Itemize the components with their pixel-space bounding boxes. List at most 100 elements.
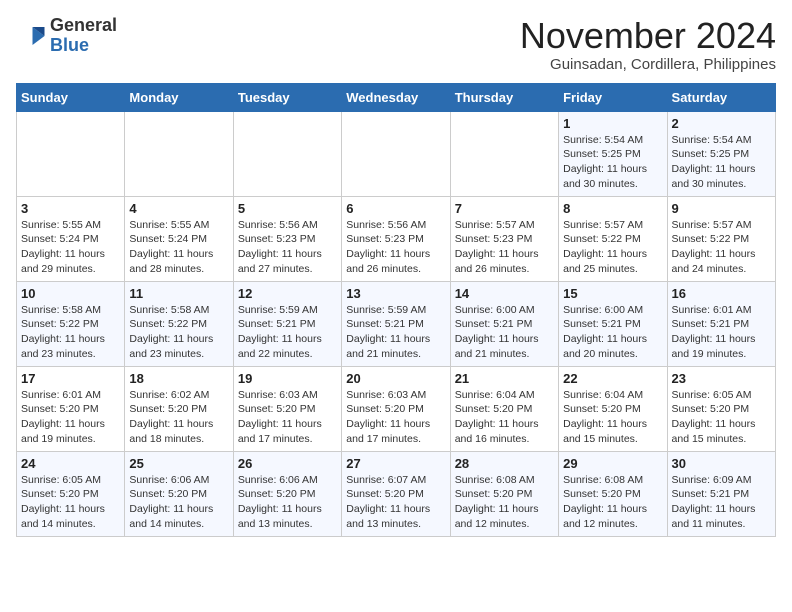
day-number: 23 xyxy=(672,371,771,386)
calendar-cell: 26Sunrise: 6:06 AM Sunset: 5:20 PM Dayli… xyxy=(233,451,341,536)
day-info: Sunrise: 6:06 AM Sunset: 5:20 PM Dayligh… xyxy=(129,473,228,532)
day-info: Sunrise: 6:09 AM Sunset: 5:21 PM Dayligh… xyxy=(672,473,771,532)
calendar-cell: 14 Sunrise: 6:00 AM Sunset: 5:21 PM Dayli… xyxy=(450,281,558,366)
day-number: 8 xyxy=(563,201,662,216)
day-number: 6 xyxy=(346,201,445,216)
day-number: 14 xyxy=(455,286,554,301)
calendar-week-row: 24 Sunrise: 6:05 AM Sunset: 5:20 PM Dayli… xyxy=(17,451,776,536)
calendar-cell: 6 Sunrise: 5:56 AM Sunset: 5:23 PM Daylig… xyxy=(342,196,450,281)
day-number: 24 xyxy=(21,456,120,471)
day-number: 3 xyxy=(21,201,120,216)
calendar-cell: 16Sunrise: 6:01 AM Sunset: 5:21 PM Dayli… xyxy=(667,281,775,366)
logo-general: General xyxy=(50,16,117,36)
page-header: General Blue November 2024 Guinsadan, Co… xyxy=(16,16,776,73)
day-info: Sunrise: 6:00 AM Sunset: 5:21 PM Dayligh… xyxy=(455,303,554,362)
calendar-cell: 11 Sunrise: 5:58 AM Sunset: 5:22 PM Dayli… xyxy=(125,281,233,366)
calendar-cell xyxy=(450,111,558,196)
day-info: Sunrise: 6:08 AM Sunset: 5:20 PM Dayligh… xyxy=(455,473,554,532)
day-info: Sunrise: 6:05 AM Sunset: 5:20 PM Dayligh… xyxy=(21,473,120,532)
day-info: Sunrise: 5:57 AM Sunset: 5:22 PM Dayligh… xyxy=(672,218,771,277)
calendar-cell: 12 Sunrise: 5:59 AM Sunset: 5:21 PM Dayli… xyxy=(233,281,341,366)
weekday-header-row: SundayMondayTuesdayWednesdayThursdayFrid… xyxy=(17,83,776,111)
day-info: Sunrise: 6:01 AM Sunset: 5:20 PM Dayligh… xyxy=(21,388,120,447)
day-number: 7 xyxy=(455,201,554,216)
day-number: 15 xyxy=(563,286,662,301)
location-subtitle: Guinsadan, Cordillera, Philippines xyxy=(520,56,776,73)
logo-blue: Blue xyxy=(50,36,117,56)
day-info: Sunrise: 5:55 AM Sunset: 5:24 PM Dayligh… xyxy=(21,218,120,277)
day-info: Sunrise: 5:59 AM Sunset: 5:21 PM Dayligh… xyxy=(238,303,337,362)
weekday-header-sunday: Sunday xyxy=(17,83,125,111)
day-info: Sunrise: 5:57 AM Sunset: 5:22 PM Dayligh… xyxy=(563,218,662,277)
day-number: 21 xyxy=(455,371,554,386)
day-number: 25 xyxy=(129,456,228,471)
calendar-week-row: 10 Sunrise: 5:58 AM Sunset: 5:22 PM Dayli… xyxy=(17,281,776,366)
calendar-cell: 29Sunrise: 6:08 AM Sunset: 5:20 PM Dayli… xyxy=(559,451,667,536)
day-info: Sunrise: 6:04 AM Sunset: 5:20 PM Dayligh… xyxy=(563,388,662,447)
day-number: 12 xyxy=(238,286,337,301)
calendar-cell: 9Sunrise: 5:57 AM Sunset: 5:22 PM Daylig… xyxy=(667,196,775,281)
day-info: Sunrise: 6:07 AM Sunset: 5:20 PM Dayligh… xyxy=(346,473,445,532)
day-info: Sunrise: 5:58 AM Sunset: 5:22 PM Dayligh… xyxy=(129,303,228,362)
day-number: 10 xyxy=(21,286,120,301)
day-number: 16 xyxy=(672,286,771,301)
day-info: Sunrise: 6:05 AM Sunset: 5:20 PM Dayligh… xyxy=(672,388,771,447)
title-block: November 2024 Guinsadan, Cordillera, Phi… xyxy=(520,16,776,73)
calendar-cell xyxy=(233,111,341,196)
day-number: 11 xyxy=(129,286,228,301)
day-info: Sunrise: 5:56 AM Sunset: 5:23 PM Dayligh… xyxy=(346,218,445,277)
calendar-week-row: 17 Sunrise: 6:01 AM Sunset: 5:20 PM Dayli… xyxy=(17,366,776,451)
calendar-cell: 18 Sunrise: 6:02 AM Sunset: 5:20 PM Dayli… xyxy=(125,366,233,451)
day-info: Sunrise: 6:06 AM Sunset: 5:20 PM Dayligh… xyxy=(238,473,337,532)
day-number: 1 xyxy=(563,116,662,131)
day-number: 18 xyxy=(129,371,228,386)
day-info: Sunrise: 5:57 AM Sunset: 5:23 PM Dayligh… xyxy=(455,218,554,277)
day-number: 28 xyxy=(455,456,554,471)
day-info: Sunrise: 6:02 AM Sunset: 5:20 PM Dayligh… xyxy=(129,388,228,447)
day-number: 29 xyxy=(563,456,662,471)
calendar-cell: 2 Sunrise: 5:54 AM Sunset: 5:25 PM Daylig… xyxy=(667,111,775,196)
day-info: Sunrise: 5:55 AM Sunset: 5:24 PM Dayligh… xyxy=(129,218,228,277)
calendar-cell: 4 Sunrise: 5:55 AM Sunset: 5:24 PM Daylig… xyxy=(125,196,233,281)
calendar-cell xyxy=(342,111,450,196)
calendar-cell: 25 Sunrise: 6:06 AM Sunset: 5:20 PM Dayli… xyxy=(125,451,233,536)
weekday-header-tuesday: Tuesday xyxy=(233,83,341,111)
month-year-title: November 2024 xyxy=(520,16,776,56)
calendar-cell: 22 Sunrise: 6:04 AM Sunset: 5:20 PM Dayli… xyxy=(559,366,667,451)
calendar-table: SundayMondayTuesdayWednesdayThursdayFrid… xyxy=(16,83,776,537)
calendar-week-row: 3 Sunrise: 5:55 AM Sunset: 5:24 PM Daylig… xyxy=(17,196,776,281)
calendar-cell xyxy=(125,111,233,196)
calendar-cell: 27Sunrise: 6:07 AM Sunset: 5:20 PM Dayli… xyxy=(342,451,450,536)
day-info: Sunrise: 5:58 AM Sunset: 5:22 PM Dayligh… xyxy=(21,303,120,362)
weekday-header-monday: Monday xyxy=(125,83,233,111)
calendar-cell: 7 Sunrise: 5:57 AM Sunset: 5:23 PM Daylig… xyxy=(450,196,558,281)
calendar-week-row: 1 Sunrise: 5:54 AM Sunset: 5:25 PM Daylig… xyxy=(17,111,776,196)
day-info: Sunrise: 6:03 AM Sunset: 5:20 PM Dayligh… xyxy=(238,388,337,447)
calendar-cell xyxy=(17,111,125,196)
calendar-cell: 21 Sunrise: 6:04 AM Sunset: 5:20 PM Dayli… xyxy=(450,366,558,451)
calendar-cell: 24 Sunrise: 6:05 AM Sunset: 5:20 PM Dayli… xyxy=(17,451,125,536)
calendar-cell: 28 Sunrise: 6:08 AM Sunset: 5:20 PM Dayli… xyxy=(450,451,558,536)
calendar-cell: 5Sunrise: 5:56 AM Sunset: 5:23 PM Daylig… xyxy=(233,196,341,281)
calendar-cell: 17 Sunrise: 6:01 AM Sunset: 5:20 PM Dayli… xyxy=(17,366,125,451)
logo: General Blue xyxy=(16,16,117,56)
day-number: 5 xyxy=(238,201,337,216)
day-number: 20 xyxy=(346,371,445,386)
day-number: 13 xyxy=(346,286,445,301)
calendar-cell: 15 Sunrise: 6:00 AM Sunset: 5:21 PM Dayli… xyxy=(559,281,667,366)
calendar-cell: 23 Sunrise: 6:05 AM Sunset: 5:20 PM Dayli… xyxy=(667,366,775,451)
day-info: Sunrise: 6:03 AM Sunset: 5:20 PM Dayligh… xyxy=(346,388,445,447)
day-number: 17 xyxy=(21,371,120,386)
day-info: Sunrise: 5:54 AM Sunset: 5:25 PM Dayligh… xyxy=(563,133,662,192)
weekday-header-saturday: Saturday xyxy=(667,83,775,111)
calendar-cell: 19Sunrise: 6:03 AM Sunset: 5:20 PM Dayli… xyxy=(233,366,341,451)
calendar-cell: 3 Sunrise: 5:55 AM Sunset: 5:24 PM Daylig… xyxy=(17,196,125,281)
day-info: Sunrise: 6:04 AM Sunset: 5:20 PM Dayligh… xyxy=(455,388,554,447)
calendar-cell: 8 Sunrise: 5:57 AM Sunset: 5:22 PM Daylig… xyxy=(559,196,667,281)
day-info: Sunrise: 6:00 AM Sunset: 5:21 PM Dayligh… xyxy=(563,303,662,362)
day-info: Sunrise: 5:54 AM Sunset: 5:25 PM Dayligh… xyxy=(672,133,771,192)
day-number: 4 xyxy=(129,201,228,216)
calendar-cell: 13Sunrise: 5:59 AM Sunset: 5:21 PM Dayli… xyxy=(342,281,450,366)
day-number: 2 xyxy=(672,116,771,131)
day-number: 22 xyxy=(563,371,662,386)
